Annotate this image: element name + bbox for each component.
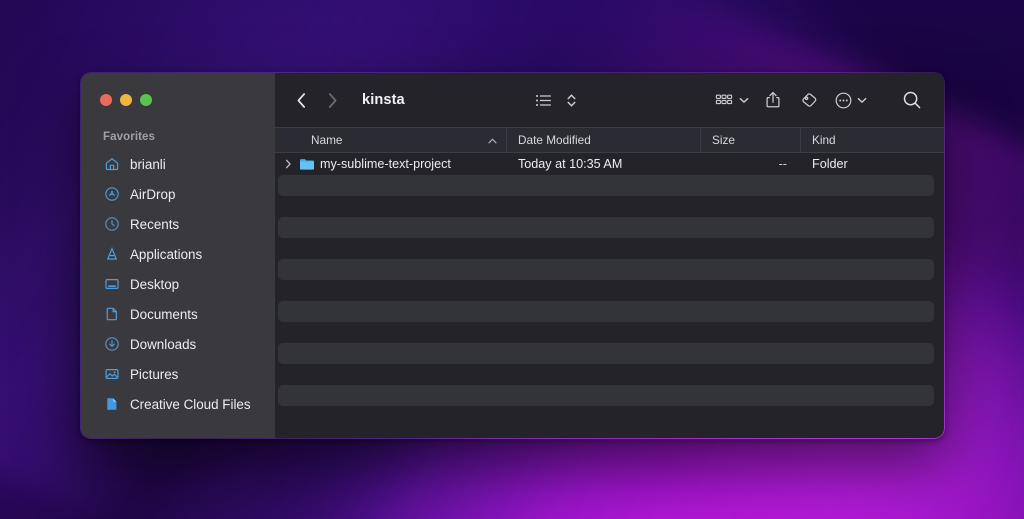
view-controls [528,87,584,113]
sidebar-item-airdrop[interactable]: AirDrop [81,179,275,209]
share-button[interactable] [756,87,790,113]
sidebar-item-label: Downloads [130,337,196,352]
sidebar-item-applications[interactable]: Applications [81,239,275,269]
navigation-buttons [289,87,344,113]
chevron-down-icon [739,97,749,104]
table-row-empty[interactable] [275,301,944,322]
sidebar-item-label: Recents [130,217,179,232]
column-header-size[interactable]: Size [701,128,801,152]
sidebar-item-label: Applications [130,247,202,262]
maximize-button[interactable] [140,94,152,106]
home-icon [103,156,120,173]
table-row-empty[interactable] [275,238,944,259]
empty-rows-container [275,175,944,427]
chevron-up-icon [488,133,497,147]
table-row-empty[interactable] [275,196,944,217]
sidebar-item-label: brianli [130,157,166,172]
table-row-empty[interactable] [275,343,944,364]
clock-icon [103,216,120,233]
table-row-empty[interactable] [275,406,944,427]
minimize-button[interactable] [120,94,132,106]
airdrop-icon [103,186,120,203]
downloads-icon [103,336,120,353]
cell-size: -- [701,157,801,171]
sidebar-item-desktop[interactable]: Desktop [81,269,275,299]
sidebar-item-downloads[interactable]: Downloads [81,329,275,359]
column-headers: Name Date Modified Size Kind [275,127,944,153]
sidebar-item-label: Pictures [130,367,178,382]
pictures-icon [103,366,120,383]
sidebar-item-recents[interactable]: Recents [81,209,275,239]
sidebar-item-creative-cloud-files[interactable]: Creative Cloud Files [81,389,275,419]
applications-icon [103,246,120,263]
search-button[interactable] [874,87,944,113]
table-row-empty[interactable] [275,385,944,406]
creative-cloud-file-icon [103,396,120,413]
table-row-empty[interactable] [275,217,944,238]
column-label: Kind [812,133,836,147]
cell-kind: Folder [801,157,944,171]
close-button[interactable] [100,94,112,106]
sidebar: Favorites brianli AirDrop [81,73,275,438]
chevron-right-icon[interactable] [283,159,294,169]
sidebar-item-label: Documents [130,307,198,322]
more-actions-button[interactable] [827,87,874,113]
desktop-icon [103,276,120,293]
cell-name: my-sublime-text-project [275,156,507,172]
group-by-button[interactable] [708,87,756,113]
sidebar-item-label: Creative Cloud Files [130,397,251,412]
column-label: Size [712,133,735,147]
table-row[interactable]: my-sublime-text-project Today at 10:35 A… [275,153,944,175]
table-row-empty[interactable] [275,322,944,343]
sidebar-item-label: Desktop [130,277,179,292]
table-row-empty[interactable] [275,259,944,280]
table-row-empty[interactable] [275,280,944,301]
back-button[interactable] [289,87,313,113]
table-row-empty[interactable] [275,364,944,385]
sidebar-item-brianli[interactable]: brianli [81,149,275,179]
column-header-name[interactable]: Name [275,128,507,152]
tag-button[interactable] [790,87,827,113]
view-options-stepper[interactable] [559,87,584,113]
chevron-down-icon [857,97,867,104]
table-row-empty[interactable] [275,175,944,196]
cell-date-modified: Today at 10:35 AM [507,157,701,171]
forward-button[interactable] [320,87,344,113]
sidebar-item-label: AirDrop [130,187,175,202]
column-label: Date Modified [518,133,591,147]
folder-icon [299,156,315,172]
column-label: Name [311,133,342,147]
finder-window: Favorites brianli AirDrop [80,72,945,439]
file-name: my-sublime-text-project [320,157,451,171]
column-header-kind[interactable]: Kind [801,128,944,152]
column-header-date-modified[interactable]: Date Modified [507,128,701,152]
sidebar-item-documents[interactable]: Documents [81,299,275,329]
sidebar-section-favorites: Favorites [81,127,275,149]
file-list[interactable]: my-sublime-text-project Today at 10:35 A… [275,153,944,438]
action-controls [708,87,944,113]
window-controls [81,73,275,127]
list-view-button[interactable] [528,87,559,113]
sidebar-item-pictures[interactable]: Pictures [81,359,275,389]
document-icon [103,306,120,323]
window-title: kinsta [362,92,405,108]
content-area: kinsta [275,73,944,438]
toolbar: kinsta [275,73,944,127]
